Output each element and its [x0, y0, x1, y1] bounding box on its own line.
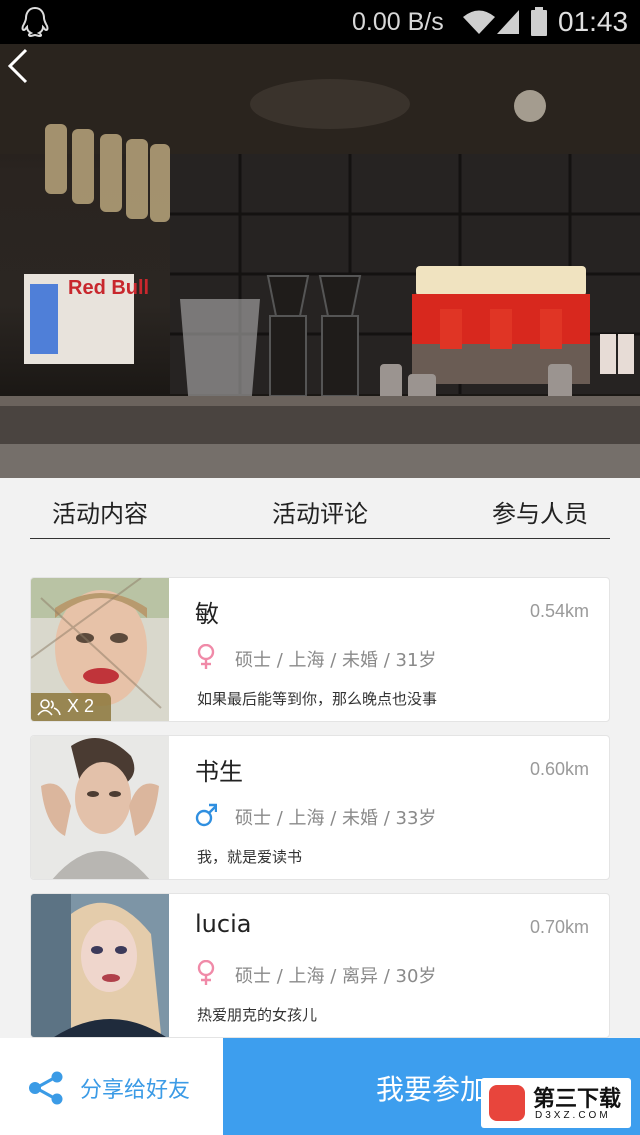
participant-motto: 如果最后能等到你，那么晚点也没事 [197, 690, 438, 708]
participant-info: 硕士 / 上海 / 离异 / 30岁 [235, 966, 437, 987]
participant-distance: 0.60km [529, 759, 589, 779]
participant-card[interactable]: X 2 敏 0.54km 硕士 / 上海 / 未婚 / 31岁 如果最后能等到你… [30, 577, 610, 722]
signal-icon [497, 10, 519, 34]
share-icon [29, 1071, 63, 1105]
avatar [31, 736, 169, 879]
tab-activity-comments[interactable]: 活动评论 [272, 494, 368, 529]
clock: 01:43 [558, 6, 629, 37]
participant-name: 敏 [195, 600, 219, 628]
female-icon [197, 644, 215, 669]
battery-icon [531, 7, 547, 36]
watermark-title: 第三下载 [533, 1087, 622, 1112]
participant-name: lucia [195, 910, 252, 938]
watermark: 第三下载 D3XZ.COM [481, 1078, 631, 1128]
avatar [31, 894, 169, 1037]
qq-icon [21, 6, 49, 38]
participant-distance: 0.70km [529, 917, 589, 937]
participant-card[interactable]: lucia 0.70km 硕士 / 上海 / 离异 / 30岁 热爱朋克的女孩儿 [30, 893, 610, 1038]
group-icon [37, 699, 61, 716]
status-bar: 0.00 B/s 01:43 [0, 0, 640, 44]
tab-participants[interactable]: 参与人员 [492, 494, 588, 529]
activity-tabs: 活动内容 活动评论 参与人员 [0, 478, 640, 540]
male-icon [195, 803, 217, 827]
share-button[interactable]: 分享给好友 [0, 1038, 223, 1135]
participant-info: 硕士 / 上海 / 未婚 / 33岁 [235, 808, 437, 829]
watermark-logo [489, 1085, 525, 1121]
tab-activity-content[interactable]: 活动内容 [52, 494, 148, 529]
activity-cover-image: Red Bull [0, 44, 640, 478]
companion-badge: X 2 [31, 693, 111, 721]
join-label: 我要参加 [376, 1073, 489, 1106]
back-arrow-icon[interactable] [0, 44, 40, 88]
svg-text:Red Bull: Red Bull [68, 277, 149, 299]
participant-motto: 热爱朋克的女孩儿 [197, 1006, 318, 1024]
coffee-bar-illustration: Red Bull [0, 44, 640, 478]
network-speed: 0.00 B/s [352, 8, 444, 36]
tab-underline [30, 538, 610, 539]
watermark-sub: D3XZ.COM [535, 1110, 611, 1121]
participant-card[interactable]: 书生 0.60km 硕士 / 上海 / 未婚 / 33岁 我，就是爱读书 [30, 735, 610, 880]
participant-motto: 我，就是爱读书 [197, 848, 303, 866]
participant-distance: 0.54km [529, 601, 589, 621]
participant-name: 书生 [195, 758, 243, 786]
share-label: 分享给好友 [80, 1078, 191, 1103]
companion-count: X 2 [67, 696, 95, 716]
participant-info: 硕士 / 上海 / 未婚 / 31岁 [235, 650, 437, 671]
female-icon [197, 960, 215, 985]
wifi-icon [463, 10, 495, 34]
